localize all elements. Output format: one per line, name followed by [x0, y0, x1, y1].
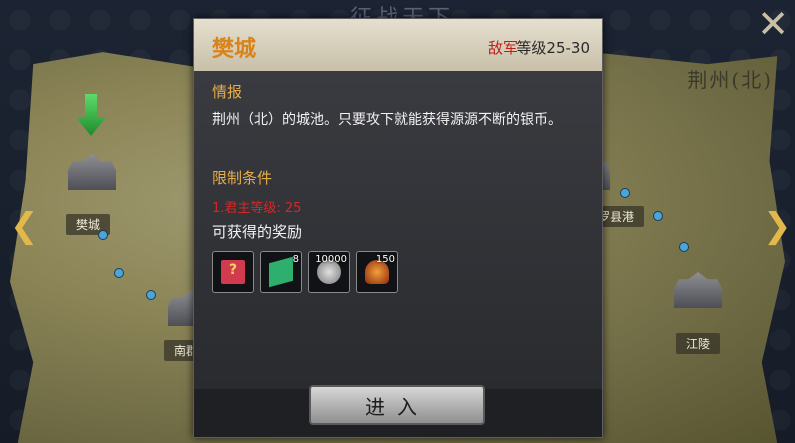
city-jiangling[interactable] — [668, 266, 728, 320]
path-node — [114, 268, 124, 278]
enter-button[interactable]: 进入 — [309, 385, 485, 425]
path-node — [98, 230, 108, 240]
city-label-jiangling[interactable]: 江陵 — [676, 333, 721, 354]
condition-item: 1.君主等级: 25 — [212, 201, 302, 216]
path-node — [653, 211, 663, 221]
reward-slot[interactable]: 150 — [356, 251, 398, 293]
dialog-header: 樊城 敌军 等级25-30 — [194, 19, 602, 71]
city-fancheng[interactable] — [62, 148, 122, 202]
enemy-label: 敌军 — [487, 39, 518, 57]
green-ticket-icon — [269, 256, 293, 288]
red-book-icon — [221, 260, 245, 284]
info-text: 荆州（北）的城池。只要攻下就能获得源源不断的银币。 — [212, 112, 562, 128]
reward-qty: 8 — [292, 254, 299, 265]
region-label: 荆州(北) — [687, 68, 773, 92]
city-info-dialog: 樊城 敌军 等级25-30 情报 荆州（北）的城池。只要攻下就能获得源源不断的银… — [193, 18, 603, 438]
reward-qty: 150 — [375, 254, 395, 265]
info-heading: 情报 — [212, 83, 243, 101]
path-node — [620, 188, 630, 198]
reward-slot[interactable] — [212, 251, 254, 293]
rewards-list: 8 10000 150 — [212, 251, 398, 293]
close-icon[interactable]: ✕ — [755, 5, 791, 43]
rewards-heading: 可获得的奖励 — [212, 223, 303, 241]
path-node — [146, 290, 156, 300]
level-range: 等级25-30 — [516, 39, 590, 57]
conditions-heading: 限制条件 — [212, 169, 273, 187]
reward-slot[interactable]: 8 — [260, 251, 302, 293]
path-node — [679, 242, 689, 252]
prev-arrow-icon[interactable]: ❮ — [10, 208, 39, 244]
dialog-title: 樊城 — [212, 37, 257, 62]
reward-slot[interactable]: 10000 — [308, 251, 350, 293]
next-arrow-icon[interactable]: ❯ — [763, 208, 792, 244]
reward-qty: 10000 — [315, 254, 347, 265]
